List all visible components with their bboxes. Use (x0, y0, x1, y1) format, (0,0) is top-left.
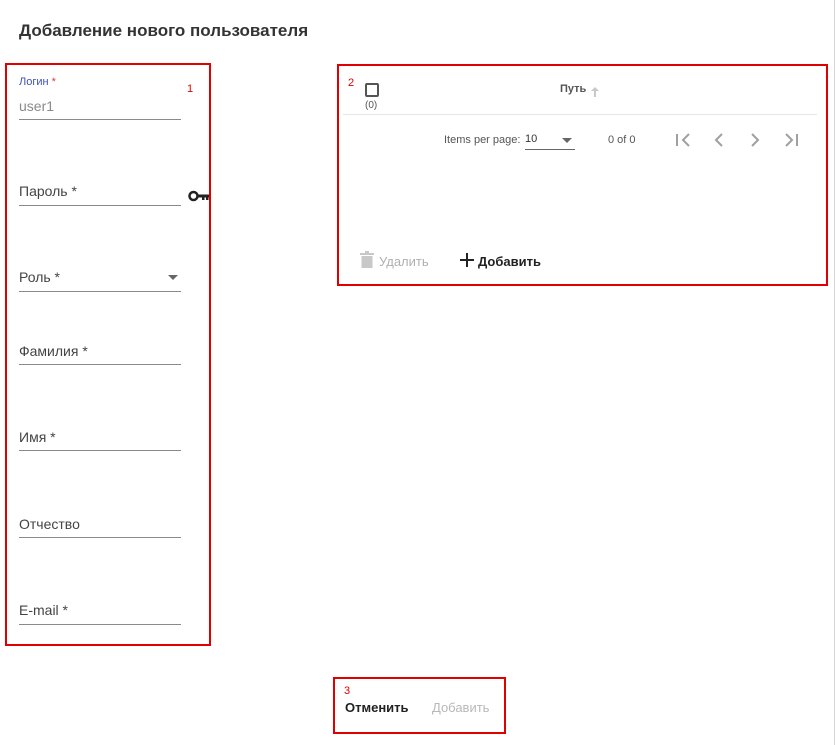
add-row-label: Добавить (478, 253, 541, 269)
chevron-down-icon (168, 275, 178, 280)
page-title: Добавление нового пользователя (19, 21, 309, 40)
login-field[interactable]: Логин * user1 (19, 76, 181, 120)
previous-page-icon[interactable] (708, 130, 730, 150)
submit-button[interactable]: Добавить (432, 700, 489, 715)
sort-arrow-up-icon[interactable] (591, 84, 599, 102)
select-all-checkbox[interactable] (365, 83, 379, 97)
login-value: user1 (19, 98, 55, 114)
scrollbar-edge (834, 0, 835, 745)
first-name-field[interactable]: Имя * (19, 419, 181, 451)
items-per-page-select[interactable]: 10 (525, 131, 575, 150)
column-header-path[interactable]: Путь (560, 83, 586, 95)
role-select[interactable]: Роль * (19, 260, 181, 292)
login-label: Логин * (19, 76, 56, 88)
email-label: E-mail * (19, 602, 69, 618)
annotation-number-2: 2 (348, 77, 355, 89)
header-divider (343, 114, 817, 115)
password-field[interactable]: Пароль * (19, 174, 181, 206)
delete-label: Удалить (379, 253, 429, 269)
last-name-field[interactable]: Фамилия * (19, 333, 181, 365)
first-name-label: Имя * (19, 429, 56, 445)
required-mark: * (51, 76, 56, 88)
items-per-page-value: 10 (525, 133, 538, 145)
role-label: Роль * (19, 269, 61, 285)
trash-icon (360, 251, 374, 271)
annotation-number-1: 1 (187, 83, 194, 95)
last-page-icon[interactable] (780, 130, 802, 150)
items-per-page-label: Items per page: (444, 134, 521, 146)
annotation-number-3: 3 (344, 685, 351, 697)
plus-icon (460, 252, 474, 270)
next-page-icon[interactable] (744, 130, 766, 150)
email-field[interactable]: E-mail * (19, 593, 181, 625)
add-row-button[interactable]: Добавить (460, 251, 541, 271)
key-icon[interactable] (188, 189, 210, 207)
selected-count: (0) (365, 100, 378, 111)
cancel-button[interactable]: Отменить (345, 700, 409, 715)
middle-name-field[interactable]: Отчество (19, 506, 181, 538)
delete-button[interactable]: Удалить (360, 251, 429, 271)
chevron-down-icon (562, 138, 572, 143)
page-range: 0 of 0 (608, 134, 636, 146)
password-label: Пароль * (19, 183, 77, 199)
last-name-label: Фамилия * (19, 343, 88, 359)
middle-name-label: Отчество (19, 516, 80, 532)
first-page-icon[interactable] (673, 130, 695, 150)
